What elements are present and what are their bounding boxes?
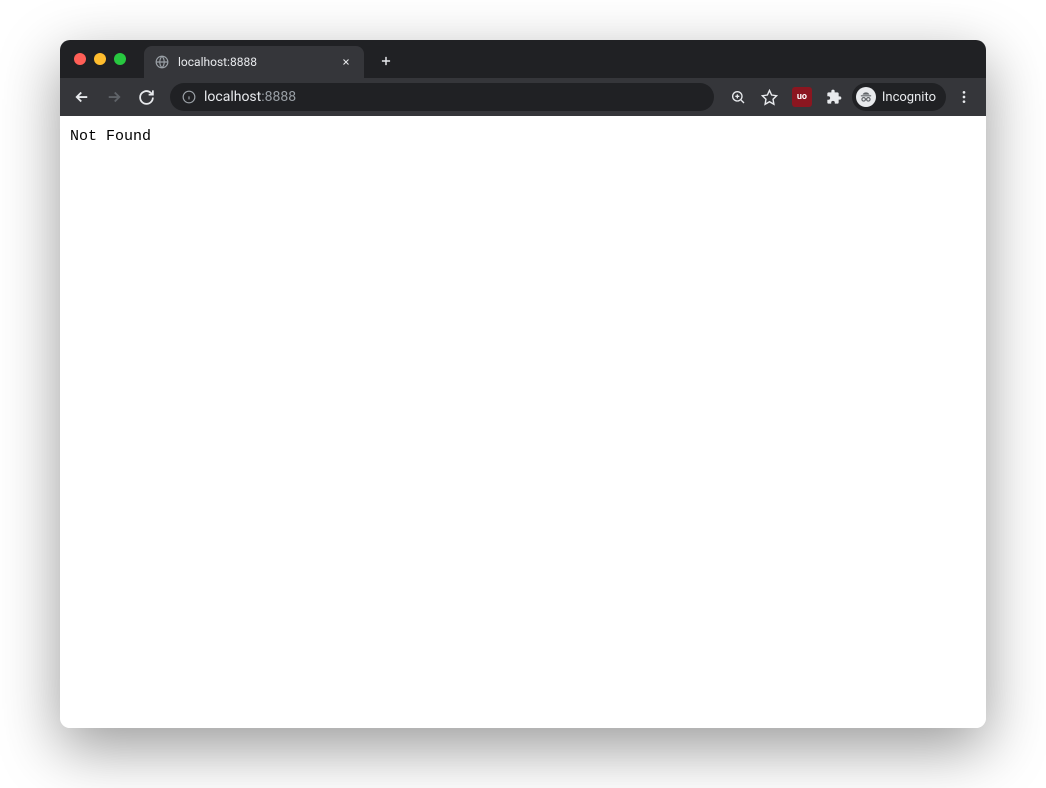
bookmark-icon[interactable] xyxy=(756,83,784,111)
window-minimize-button[interactable] xyxy=(94,53,106,65)
info-icon[interactable] xyxy=(182,90,196,104)
back-button[interactable] xyxy=(68,83,96,111)
window-maximize-button[interactable] xyxy=(114,53,126,65)
extensions-icon[interactable] xyxy=(820,83,848,111)
tab-title: localhost:8888 xyxy=(178,55,330,69)
page-content: Not Found xyxy=(60,116,986,728)
close-tab-button[interactable] xyxy=(338,54,354,70)
incognito-indicator[interactable]: Incognito xyxy=(852,83,946,111)
url-port: :8888 xyxy=(261,89,296,105)
zoom-icon[interactable] xyxy=(724,83,752,111)
window-close-button[interactable] xyxy=(74,53,86,65)
menu-button[interactable] xyxy=(950,83,978,111)
window-controls xyxy=(74,53,126,65)
browser-window: localhost:8888 xyxy=(60,40,986,728)
browser-tab[interactable]: localhost:8888 xyxy=(144,46,364,78)
toolbar: localhost:8888 uo xyxy=(60,78,986,116)
ublock-badge: uo xyxy=(792,87,812,107)
reload-button[interactable] xyxy=(132,83,160,111)
url-domain: localhost xyxy=(204,89,261,105)
address-bar[interactable]: localhost:8888 xyxy=(170,83,714,111)
forward-button[interactable] xyxy=(100,83,128,111)
new-tab-button[interactable] xyxy=(372,47,400,75)
globe-icon xyxy=(154,54,170,70)
incognito-label: Incognito xyxy=(882,90,936,105)
toolbar-right: uo Incognito xyxy=(724,83,978,111)
extension-ublock[interactable]: uo xyxy=(788,83,816,111)
url-text: localhost:8888 xyxy=(204,89,702,105)
titlebar: localhost:8888 xyxy=(60,40,986,78)
incognito-icon xyxy=(856,87,876,107)
not-found-text: Not Found xyxy=(70,128,151,145)
